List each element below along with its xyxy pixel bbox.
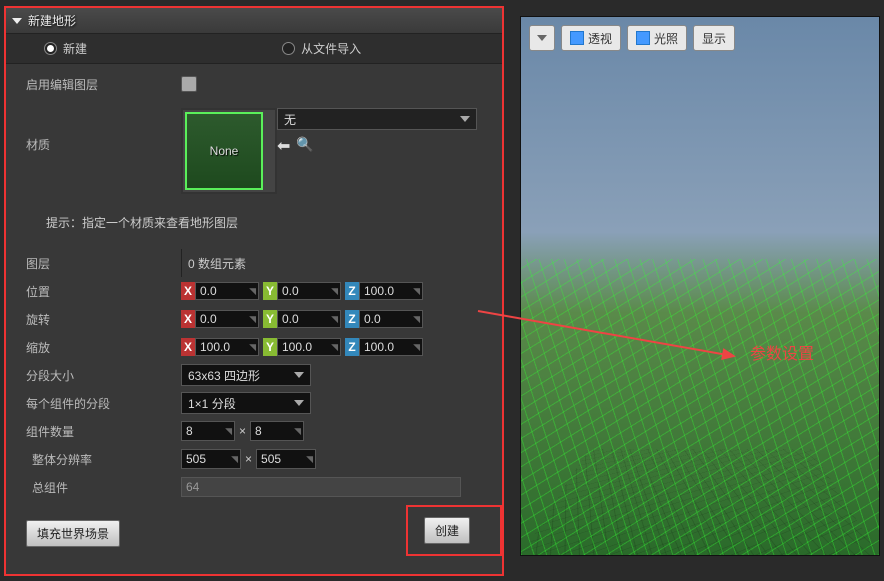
mode-radio-row: 新建 从文件导入 [6, 34, 502, 64]
viewport-toolbar: 透视 光照 显示 [529, 25, 735, 51]
enable-edit-layers-label: 启用编辑图层 [26, 76, 181, 93]
material-swatch[interactable]: None [181, 108, 277, 194]
material-dropdown[interactable]: 无 [277, 108, 477, 130]
new-landscape-panel: 新建地形 新建 从文件导入 启用编辑图层 材质 None [4, 6, 504, 576]
scale-label: 缩放 [26, 339, 181, 356]
back-arrow-icon[interactable]: ⬅ [277, 136, 290, 156]
position-x-input[interactable]: 0.0◥ [195, 282, 259, 300]
position-label: 位置 [26, 283, 181, 300]
position-y-input[interactable]: 0.0◥ [277, 282, 341, 300]
chevron-down-icon [294, 372, 304, 378]
components-row: 组件数量 8◥ × 8◥ [6, 417, 502, 445]
total-row: 总组件 64 [6, 473, 502, 501]
radio-icon [282, 42, 295, 55]
total-value: 64 [181, 477, 461, 497]
axis-y-icon: Y [263, 338, 277, 356]
components-x-input[interactable]: 8◥ [181, 421, 235, 441]
sections-per-select[interactable]: 1×1 分段 [181, 392, 311, 414]
cube-icon [636, 31, 650, 45]
chevron-down-icon [537, 35, 547, 41]
scale-row: 缩放 X100.0◥ Y100.0◥ Z100.0◥ [6, 333, 502, 361]
lit-button[interactable]: 光照 [627, 25, 687, 51]
resolution-label: 整体分辨率 [26, 451, 181, 468]
annotation-text: 参数设置 [750, 340, 814, 364]
enable-edit-layers-checkbox[interactable] [181, 76, 197, 92]
scale-y-input[interactable]: 100.0◥ [277, 338, 341, 356]
chevron-down-icon [294, 400, 304, 406]
layers-value: 0 数组元素 [188, 255, 246, 272]
components-label: 组件数量 [26, 423, 181, 440]
expand-icon [12, 18, 22, 24]
rotation-label: 旋转 [26, 311, 181, 328]
axis-z-icon: Z [345, 282, 359, 300]
material-hint: 提示：指定一个材质来查看地形图层 [6, 196, 502, 249]
sections-per-row: 每个组件的分段 1×1 分段 [6, 389, 502, 417]
layers-row: 图层 0 数组元素 [6, 249, 502, 277]
section-size-label: 分段大小 [26, 367, 181, 384]
axis-x-icon: X [181, 310, 195, 328]
components-y-input[interactable]: 8◥ [250, 421, 304, 441]
viewport[interactable]: 透视 光照 显示 [520, 16, 880, 556]
panel-title: 新建地形 [28, 12, 76, 29]
resolution-y-input[interactable]: 505◥ [256, 449, 316, 469]
position-row: 位置 X0.0◥ Y0.0◥ Z100.0◥ [6, 277, 502, 305]
resolution-x-input[interactable]: 505◥ [181, 449, 241, 469]
rotation-z-input[interactable]: 0.0◥ [359, 310, 423, 328]
search-icon[interactable]: 🔍 [296, 136, 313, 156]
axis-y-icon: Y [263, 310, 277, 328]
panel-header[interactable]: 新建地形 [6, 8, 502, 34]
material-label: 材质 [26, 108, 181, 153]
radio-import[interactable]: 从文件导入 [244, 40, 482, 57]
material-dropdown-value: 无 [284, 111, 296, 128]
show-button[interactable]: 显示 [693, 25, 735, 51]
rotation-x-input[interactable]: 0.0◥ [195, 310, 259, 328]
scale-z-input[interactable]: 100.0◥ [359, 338, 423, 356]
axis-y-icon: Y [263, 282, 277, 300]
axis-x-icon: X [181, 282, 195, 300]
position-z-input[interactable]: 100.0◥ [359, 282, 423, 300]
sections-per-label: 每个组件的分段 [26, 395, 181, 412]
axis-x-icon: X [181, 338, 195, 356]
material-swatch-inner: None [185, 112, 263, 190]
section-size-select[interactable]: 63x63 四边形 [181, 364, 311, 386]
button-row: 填充世界场景 创建 [6, 501, 502, 556]
resolution-row: 整体分辨率 505◥ × 505◥ [6, 445, 502, 473]
landscape-wireframe [521, 259, 879, 555]
total-label: 总组件 [26, 479, 181, 496]
radio-new[interactable]: 新建 [6, 40, 244, 57]
create-button-highlight: 创建 [406, 505, 502, 556]
material-row: 材质 None 无 ⬅ 🔍 [6, 98, 502, 196]
times-icon: × [245, 452, 252, 466]
fill-world-button[interactable]: 填充世界场景 [26, 520, 120, 547]
perspective-button[interactable]: 透视 [561, 25, 621, 51]
cube-icon [570, 31, 584, 45]
axis-z-icon: Z [345, 310, 359, 328]
section-size-row: 分段大小 63x63 四边形 [6, 361, 502, 389]
chevron-down-icon [460, 116, 470, 122]
radio-import-label: 从文件导入 [301, 40, 361, 57]
viewport-options-dropdown[interactable] [529, 25, 555, 51]
rotation-row: 旋转 X0.0◥ Y0.0◥ Z0.0◥ [6, 305, 502, 333]
layers-label: 图层 [6, 255, 181, 272]
scale-x-input[interactable]: 100.0◥ [195, 338, 259, 356]
enable-edit-layers-row: 启用编辑图层 [6, 70, 502, 98]
radio-icon [44, 42, 57, 55]
times-icon: × [239, 424, 246, 438]
radio-new-label: 新建 [63, 40, 87, 57]
create-button[interactable]: 创建 [424, 517, 470, 544]
rotation-y-input[interactable]: 0.0◥ [277, 310, 341, 328]
axis-z-icon: Z [345, 338, 359, 356]
